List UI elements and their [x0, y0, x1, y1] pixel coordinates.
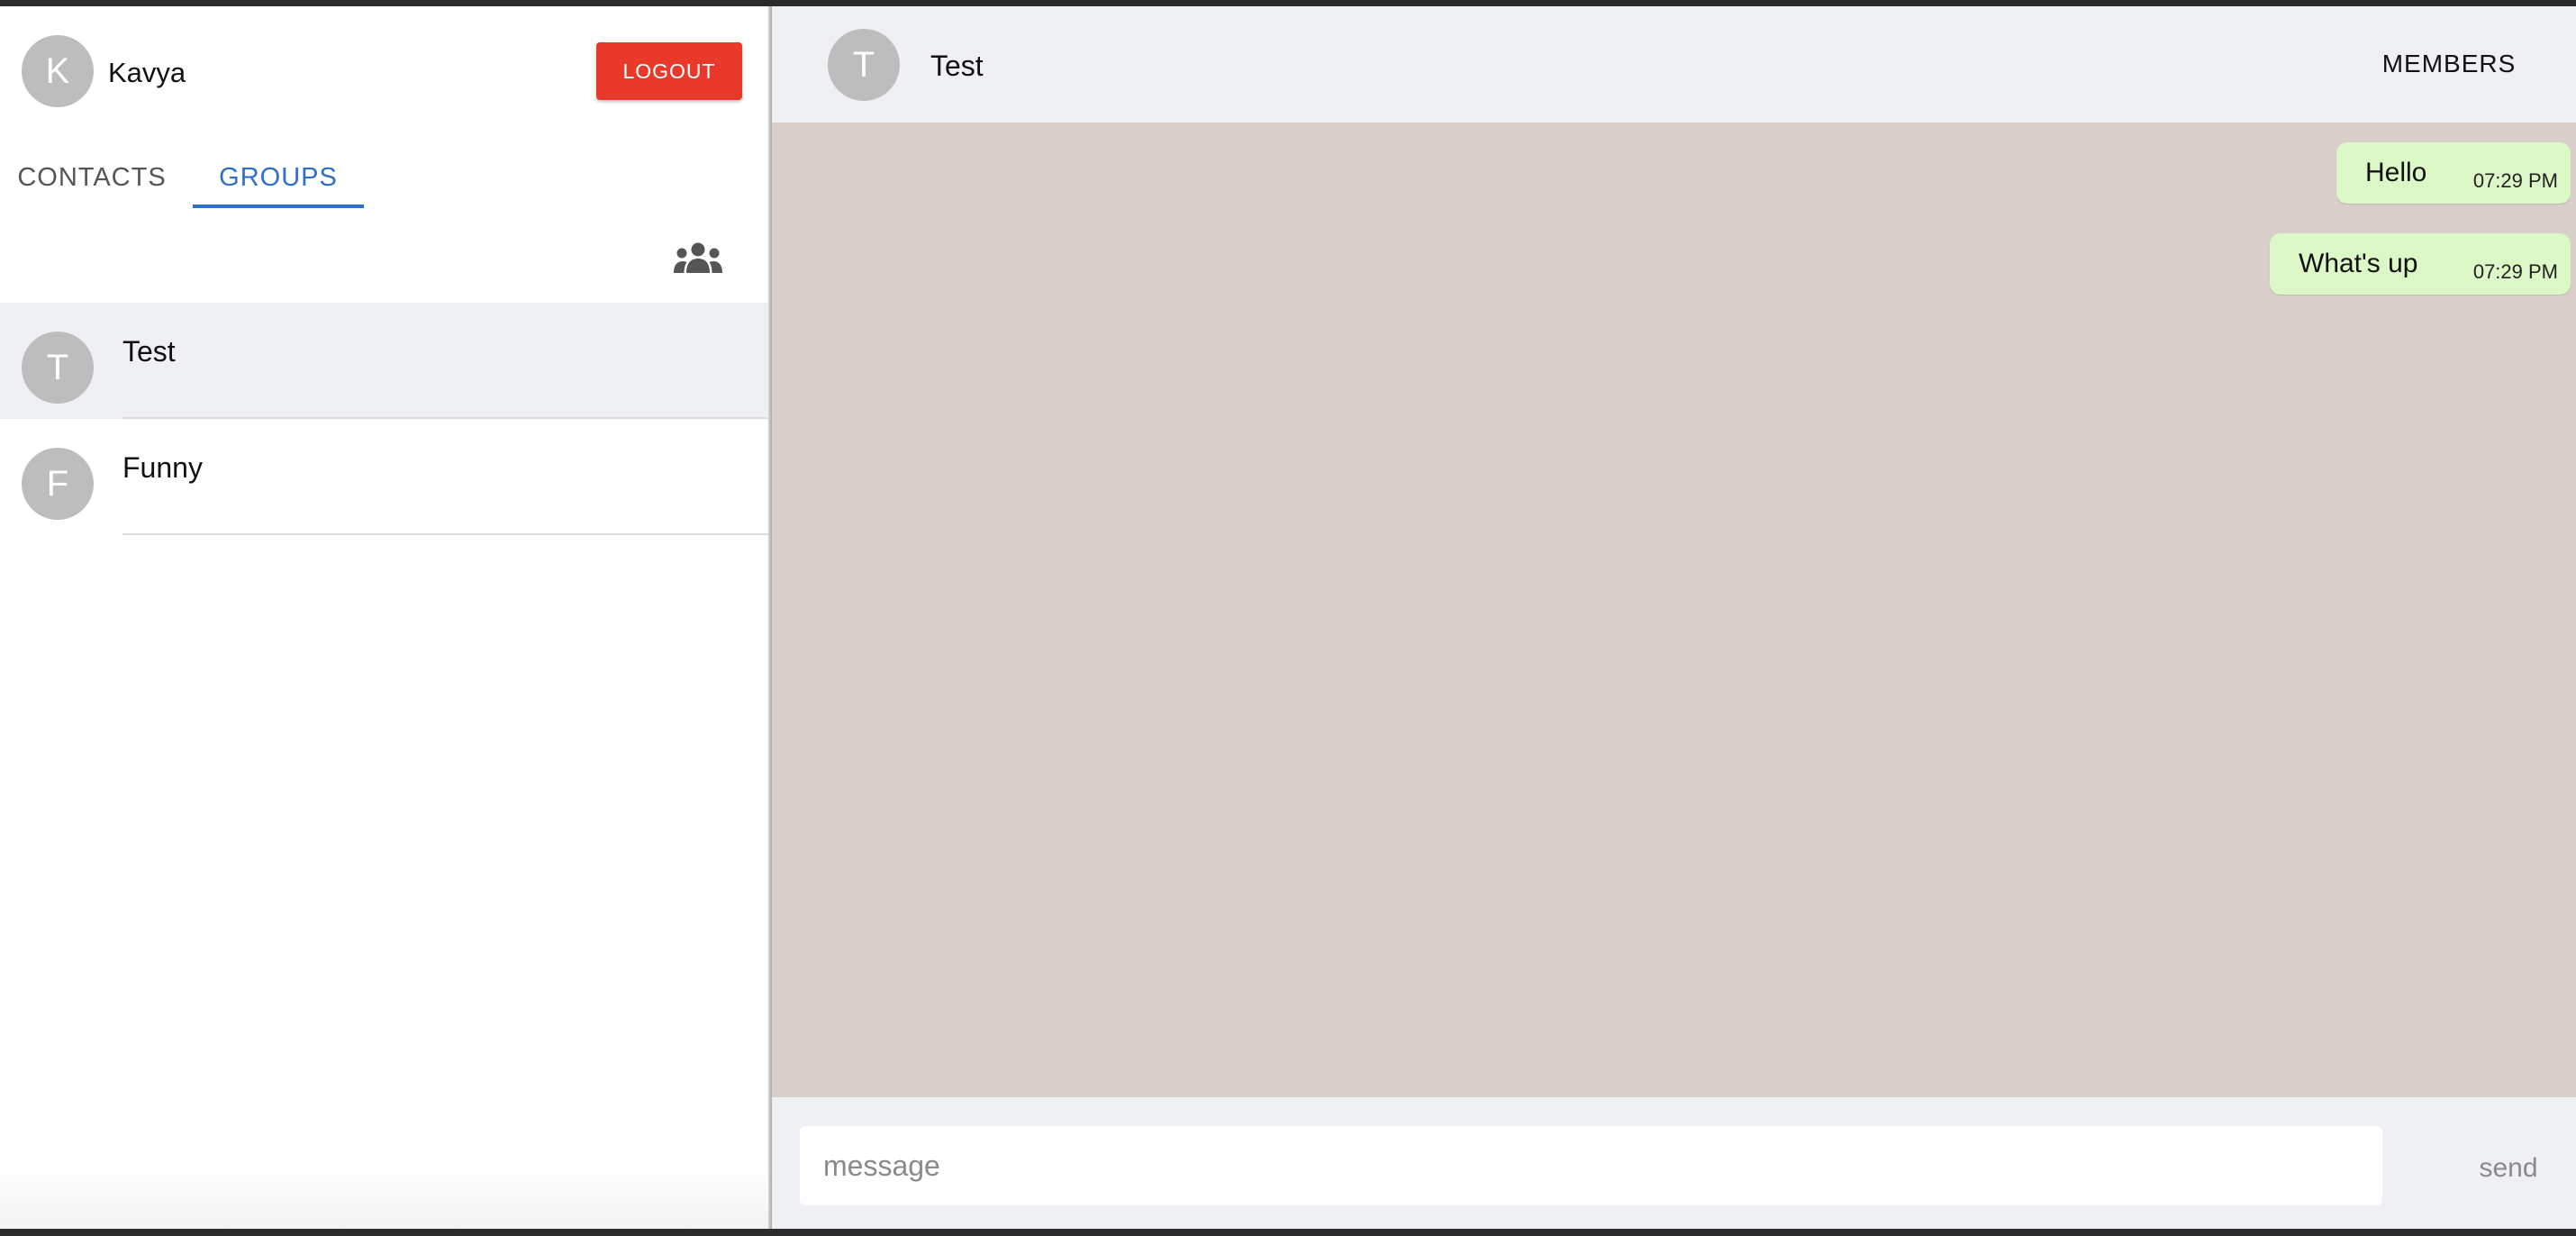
- message-composer: send: [772, 1097, 2576, 1229]
- group-name: Funny: [122, 451, 203, 484]
- group-item-funny[interactable]: F Funny: [0, 419, 771, 535]
- group-avatar: F: [22, 448, 94, 520]
- chat-header: T Test MEMBERS: [772, 6, 2576, 123]
- logout-button[interactable]: LOGOUT: [596, 42, 742, 100]
- group-avatar: T: [22, 332, 94, 404]
- message-input[interactable]: [800, 1126, 2382, 1205]
- tab-bar: CONTACTS GROUPS: [0, 140, 771, 215]
- window-bottom-edge: [0, 1229, 2576, 1236]
- sidebar-bottom-fade: [0, 1159, 771, 1229]
- chat-title: Test: [930, 50, 984, 82]
- message-time: 07:29 PM: [2472, 260, 2558, 283]
- group-item-test[interactable]: T Test: [0, 303, 771, 419]
- chat-panel: T Test MEMBERS Hello 07:29 PM What's up …: [772, 6, 2576, 1229]
- groups-icon[interactable]: [674, 242, 722, 273]
- user-name: Kavya: [108, 57, 186, 88]
- group-name: Test: [122, 335, 176, 368]
- group-list: T Test F Funny: [0, 303, 771, 535]
- send-button[interactable]: send: [2463, 1142, 2553, 1195]
- active-tab-indicator: [193, 204, 364, 208]
- message-area[interactable]: Hello 07:29 PM What's up 07:29 PM: [772, 123, 2576, 1097]
- sidebar: K Kavya LOGOUT CONTACTS GROUPS T Test F …: [0, 6, 771, 1229]
- tab-contacts[interactable]: CONTACTS: [0, 140, 184, 215]
- message-text: What's up: [2299, 249, 2418, 278]
- message-bubble: Hello 07:29 PM: [2336, 142, 2571, 204]
- message-text: Hello: [2365, 158, 2427, 187]
- message-bubble: What's up 07:29 PM: [2270, 233, 2571, 295]
- members-button[interactable]: MEMBERS: [2368, 39, 2530, 89]
- chat-avatar: T: [828, 29, 900, 101]
- message-time: 07:29 PM: [2472, 169, 2558, 192]
- app-window: K Kavya LOGOUT CONTACTS GROUPS T Test F …: [0, 6, 2576, 1229]
- user-avatar: K: [22, 35, 94, 107]
- row-divider: [122, 533, 771, 535]
- user-bar: K Kavya LOGOUT: [0, 6, 771, 137]
